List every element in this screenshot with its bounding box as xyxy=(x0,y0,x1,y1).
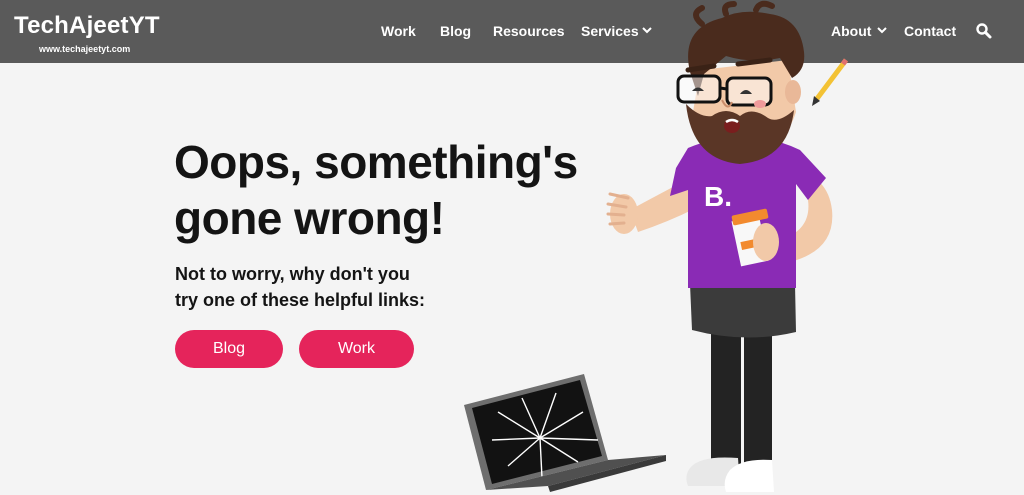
headline-line-2: gone wrong! xyxy=(174,192,445,244)
shirt-letter: B. xyxy=(704,181,732,212)
error-headline: Oops, something's gone wrong! xyxy=(174,134,578,246)
headline-line-1: Oops, something's xyxy=(174,136,578,188)
subtext-line-1: Not to worry, why don't you xyxy=(175,264,410,284)
pencil-icon xyxy=(812,58,848,106)
character-illustration: B. xyxy=(606,0,848,492)
work-button[interactable]: Work xyxy=(299,330,414,368)
error-illustration: B. xyxy=(464,0,848,492)
error-subtext: Not to worry, why don't you try one of t… xyxy=(175,261,425,313)
subtext-line-2: try one of these helpful links: xyxy=(175,290,426,310)
broken-laptop-icon xyxy=(464,374,666,492)
blog-button[interactable]: Blog xyxy=(175,330,283,368)
